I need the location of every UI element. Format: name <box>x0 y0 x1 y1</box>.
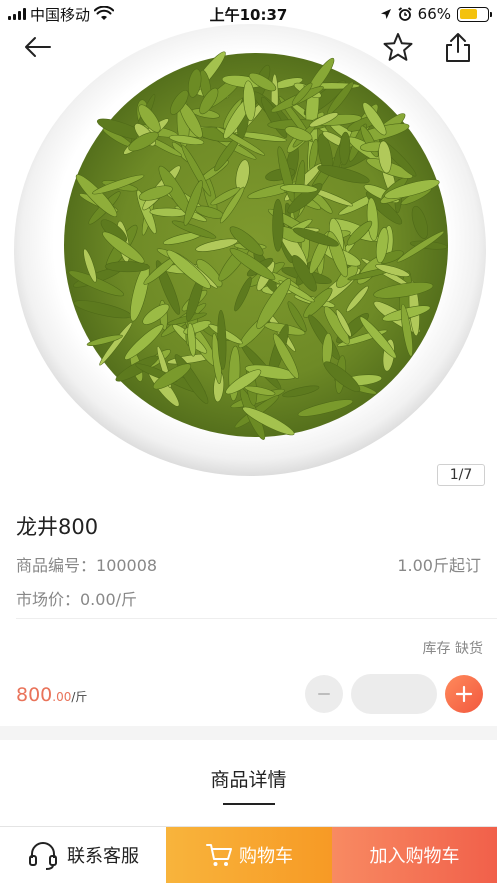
battery-percent: 66% <box>417 5 451 23</box>
back-button[interactable] <box>20 30 56 66</box>
cart-label: 购物车 <box>239 846 293 867</box>
tab-active-indicator <box>223 803 275 805</box>
add-to-cart-label: 加入购物车 <box>369 846 460 867</box>
stock-status: 库存 缺货 <box>423 638 483 658</box>
favorite-button[interactable] <box>380 30 416 66</box>
plus-icon <box>455 685 473 703</box>
status-bar: 中国移动 上午10:37 66% <box>0 0 497 28</box>
contact-service-button[interactable]: 联系客服 <box>0 827 166 883</box>
price-decimal: .00 <box>52 690 72 704</box>
product-code: 商品编号：100008 <box>16 552 157 576</box>
add-to-cart-button[interactable]: 加入购物车 <box>332 827 497 883</box>
product-price: 800.00/斤 <box>16 684 87 706</box>
min-order: 1.00斤起订 <box>397 556 481 575</box>
alarm-icon <box>398 7 412 21</box>
product-code-row: 商品编号：100008 1.00斤起订 <box>16 552 481 576</box>
product-image-gallery[interactable] <box>0 0 497 497</box>
battery-icon <box>457 6 492 22</box>
star-icon <box>383 33 413 61</box>
gallery-page-indicator: 1/7 <box>437 464 485 486</box>
signal-icon <box>8 8 26 20</box>
market-price: 市场价：0.00/斤 <box>16 590 138 609</box>
share-icon <box>446 33 470 62</box>
quantity-input[interactable] <box>351 674 437 714</box>
product-title: 龙井800 <box>16 515 99 539</box>
share-button[interactable] <box>440 30 476 66</box>
wifi-icon <box>94 6 115 20</box>
price-unit: /斤 <box>71 690 88 704</box>
product-code-value: 100008 <box>96 556 158 575</box>
quantity-decrease-button[interactable] <box>305 675 343 713</box>
quantity-increase-button[interactable] <box>445 675 483 713</box>
product-image <box>0 0 497 497</box>
cart-button[interactable]: 购物车 <box>166 827 332 883</box>
headset-icon <box>29 842 57 870</box>
cart-icon <box>206 844 232 866</box>
contact-service-label: 联系客服 <box>67 846 139 867</box>
tea-leaf <box>272 199 284 252</box>
stock-value: 缺货 <box>455 641 483 657</box>
stock-label: 库存 <box>422 641 451 657</box>
minus-icon <box>318 693 330 695</box>
tab-product-detail[interactable]: 商品详情 <box>0 765 497 792</box>
section-separator <box>0 726 497 740</box>
product-code-label: 商品编号： <box>16 556 97 575</box>
location-icon <box>380 9 391 19</box>
status-time: 上午10:37 <box>209 5 288 24</box>
back-arrow-icon <box>25 37 51 57</box>
carrier-label: 中国移动 <box>30 5 91 24</box>
bottom-action-bar: 联系客服 购物车 加入购物车 <box>0 826 497 883</box>
price-integer: 800 <box>16 684 53 706</box>
divider <box>16 618 497 619</box>
